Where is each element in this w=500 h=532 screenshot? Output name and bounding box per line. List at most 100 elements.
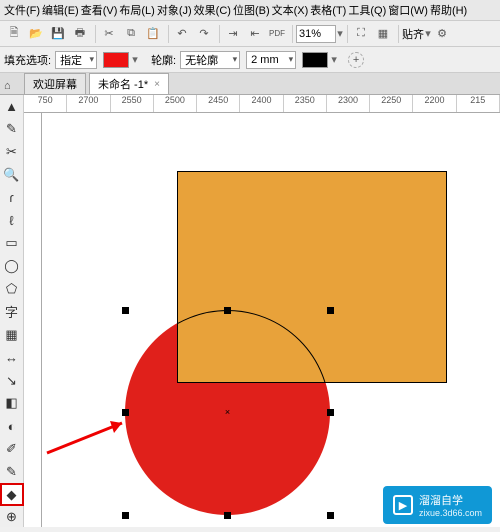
selection-handle[interactable]	[122, 512, 129, 519]
snap-dropdown-icon[interactable]: ▾	[424, 27, 432, 40]
polygon-tool-icon[interactable]: ⬠	[2, 280, 22, 299]
grid-icon[interactable]: ▦	[373, 24, 393, 44]
selection-handle[interactable]	[327, 409, 334, 416]
new-icon[interactable]: 🗎	[4, 24, 24, 44]
copy-icon[interactable]: ⧉	[121, 24, 141, 44]
fill-mode-select[interactable]: 指定	[55, 51, 97, 69]
fill-options-label: 填充选项:	[4, 52, 51, 68]
separator	[292, 25, 293, 43]
selection-handle[interactable]	[122, 307, 129, 314]
outline-width-select[interactable]: 2 mm	[246, 51, 296, 69]
selection-handle[interactable]	[327, 512, 334, 519]
menu-layout[interactable]: 布局(L)	[119, 2, 154, 18]
fill-tool-icon[interactable]: ◆	[2, 485, 22, 504]
shape-tool-icon[interactable]: ✎	[2, 120, 22, 139]
menu-view[interactable]: 查看(V)	[81, 2, 118, 18]
zoom-input[interactable]	[296, 25, 336, 43]
add-preset-icon[interactable]: +	[348, 52, 364, 68]
ruler-tick: 750	[24, 95, 67, 112]
ruler-tick: 2450	[197, 95, 240, 112]
redo-icon[interactable]: ↷	[194, 24, 214, 44]
ruler-tick: 2300	[327, 95, 370, 112]
separator	[398, 25, 399, 43]
outline-color-swatch[interactable]	[302, 52, 328, 68]
menu-bar: 文件(F) 编辑(E) 查看(V) 布局(L) 对象(J) 效果(C) 位图(B…	[0, 0, 500, 21]
dropshadow-tool-icon[interactable]: ◧	[2, 394, 22, 413]
ellipse-outline	[177, 310, 330, 383]
undo-icon[interactable]: ↶	[172, 24, 192, 44]
menu-object[interactable]: 对象(J)	[157, 2, 192, 18]
table-tool-icon[interactable]: ▦	[2, 325, 22, 344]
pdf-icon[interactable]: PDF	[267, 24, 287, 44]
rectangle-tool-icon[interactable]: ▭	[2, 234, 22, 253]
open-icon[interactable]: 📂	[26, 24, 46, 44]
artistic-media-icon[interactable]: ℓ	[2, 211, 22, 230]
tab-label: 欢迎屏幕	[33, 76, 77, 92]
tab-welcome[interactable]: 欢迎屏幕	[24, 73, 86, 94]
ruler-tick: 2500	[154, 95, 197, 112]
print-icon[interactable]: 🖶	[70, 24, 90, 44]
export-icon[interactable]: ⇤	[245, 24, 265, 44]
menu-table[interactable]: 表格(T)	[310, 2, 346, 18]
ruler-tick: 2250	[370, 95, 413, 112]
selection-handle[interactable]	[327, 307, 334, 314]
outline-label: 轮廓:	[151, 52, 176, 68]
fill-color-swatch[interactable]	[103, 52, 129, 68]
outline-color-dropdown-icon[interactable]: ▾	[330, 53, 338, 66]
options-icon[interactable]: ⚙	[432, 24, 452, 44]
pick-tool-icon[interactable]: ▲	[2, 97, 22, 116]
separator	[95, 25, 96, 43]
selection-center-icon: ×	[224, 409, 231, 416]
freehand-tool-icon[interactable]: ɾ	[2, 188, 22, 207]
menu-edit[interactable]: 编辑(E)	[42, 2, 79, 18]
home-icon[interactable]: ⌂	[4, 80, 18, 94]
menu-text[interactable]: 文本(X)	[272, 2, 309, 18]
zoom-dropdown-icon[interactable]: ▾	[336, 27, 344, 40]
tab-document[interactable]: 未命名 -1* ×	[89, 73, 169, 94]
menu-effects[interactable]: 效果(C)	[194, 2, 231, 18]
ruler-tick: 2400	[240, 95, 283, 112]
fullscreen-icon[interactable]: ⛶	[351, 24, 371, 44]
horizontal-ruler: 750 2700 2550 2500 2450 2400 2350 2300 2…	[24, 95, 500, 113]
play-icon: ▶	[393, 495, 413, 515]
ruler-tick: 215	[457, 95, 500, 112]
canvas-zone: 750 2700 2550 2500 2450 2400 2350 2300 2…	[24, 95, 500, 527]
fill-color-dropdown-icon[interactable]: ▾	[131, 53, 139, 66]
menu-tools[interactable]: 工具(Q)	[348, 2, 386, 18]
outline-tool-icon[interactable]: ✎	[2, 462, 22, 481]
watermark-badge: ▶ 溜溜自学 zixue.3d66.com	[383, 486, 492, 524]
selection-handle[interactable]	[224, 307, 231, 314]
property-bar: 填充选项: 指定 ▾ 轮廓: 无轮廓 2 mm ▾ +	[0, 47, 500, 73]
vertical-ruler	[24, 113, 42, 527]
ruler-tick: 2550	[111, 95, 154, 112]
menu-bitmap[interactable]: 位图(B)	[233, 2, 270, 18]
selection-handle[interactable]	[224, 512, 231, 519]
crop-tool-icon[interactable]: ✂	[2, 143, 22, 162]
selection-handle[interactable]	[122, 409, 129, 416]
menu-help[interactable]: 帮助(H)	[430, 2, 467, 18]
separator	[168, 25, 169, 43]
outline-style-select[interactable]: 无轮廓	[180, 51, 240, 69]
text-tool-icon[interactable]: 字	[2, 302, 22, 321]
menu-file[interactable]: 文件(F)	[4, 2, 40, 18]
save-icon[interactable]: 💾	[48, 24, 68, 44]
watermark-url: zixue.3d66.com	[419, 508, 482, 518]
transparency-tool-icon[interactable]: ◐	[2, 417, 22, 436]
cut-icon[interactable]: ✂	[99, 24, 119, 44]
ellipse-tool-icon[interactable]: ◯	[2, 257, 22, 276]
close-icon[interactable]: ×	[154, 79, 160, 90]
add-tool-icon[interactable]: ⊕	[2, 508, 22, 527]
canvas[interactable]: ×	[42, 113, 500, 527]
dimension-tool-icon[interactable]: ↔	[2, 348, 22, 367]
eyedropper-tool-icon[interactable]: ✐	[2, 440, 22, 459]
import-icon[interactable]: ⇥	[223, 24, 243, 44]
ruler-tick: 2200	[413, 95, 456, 112]
document-tabs: ⌂ 欢迎屏幕 未命名 -1* ×	[0, 73, 500, 95]
snap-label: 贴齐	[402, 26, 424, 42]
separator	[219, 25, 220, 43]
paste-icon[interactable]: 📋	[143, 24, 163, 44]
connector-tool-icon[interactable]: ↘	[2, 371, 22, 390]
menu-window[interactable]: 窗口(W)	[388, 2, 428, 18]
work-area: ▲ ✎ ✂ 🔍 ɾ ℓ ▭ ◯ ⬠ 字 ▦ ↔ ↘ ◧ ◐ ✐ ✎ ◆ ⊕ 75…	[0, 95, 500, 527]
zoom-tool-icon[interactable]: 🔍	[2, 165, 22, 184]
